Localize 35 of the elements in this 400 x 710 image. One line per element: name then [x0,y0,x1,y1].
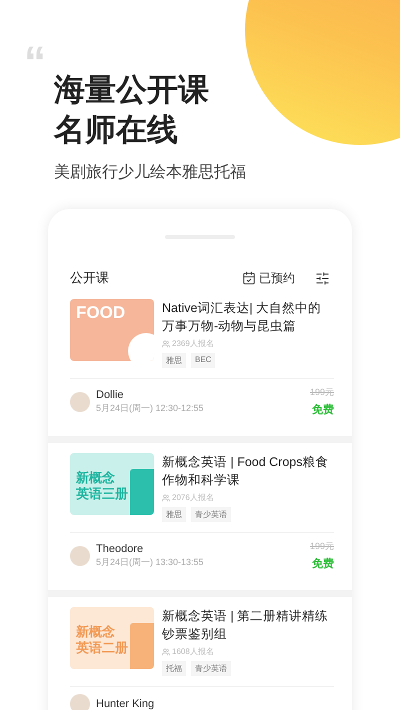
calendar-check-icon [242,271,256,285]
enrolled-count: 1608人报名 [172,646,214,657]
enrolled-count: 2369人报名 [172,338,214,349]
price: 免费 [312,556,334,571]
avatar [70,546,90,566]
class-time: 5月24日(周一) 13:30-13:55 [96,556,205,568]
subtitle: 美剧旅行少儿绘本雅思托福 [54,162,247,183]
booked-button[interactable]: 已预约 [242,270,295,286]
course-title[interactable]: Native词汇表达| 大自然中的万事万物-动物与昆虫篇 [162,299,334,335]
course-tag: 雅思 [162,507,186,522]
course-tag: 青少英语 [191,661,231,676]
avatar [70,694,90,710]
people-icon [162,494,170,502]
people-icon [162,340,170,348]
headline: 海量公开课 [54,71,210,109]
enrolled-count: 2076人报名 [172,492,214,503]
course-tag: 青少英语 [191,507,231,522]
avatar [70,392,90,412]
teacher-name: Dollie [96,388,125,400]
headline: 名师在线 [54,111,179,149]
class-time: 5月24日(周一) 12:30-12:55 [96,402,205,414]
price: 免费 [312,402,334,417]
section-title: 公开课 [70,269,110,287]
course-tag: 雅思 [162,353,186,368]
course-tag: 托福 [162,661,186,676]
original-price: 199元 [310,386,334,399]
course-title[interactable]: 新概念英语 | 第二册精讲精练钞票鉴别组 [162,607,334,643]
course-title[interactable]: 新概念英语 | Food Crops粮食作物和科学课 [162,453,334,489]
teacher-name: Hunter King [96,698,156,710]
people-icon [162,648,170,656]
filter-icon[interactable] [315,270,330,286]
original-price: 199元 [310,540,334,553]
quote-mark: “ [24,48,47,70]
course-tag: BEC [191,353,216,368]
teacher-name: Theodore [96,542,144,554]
